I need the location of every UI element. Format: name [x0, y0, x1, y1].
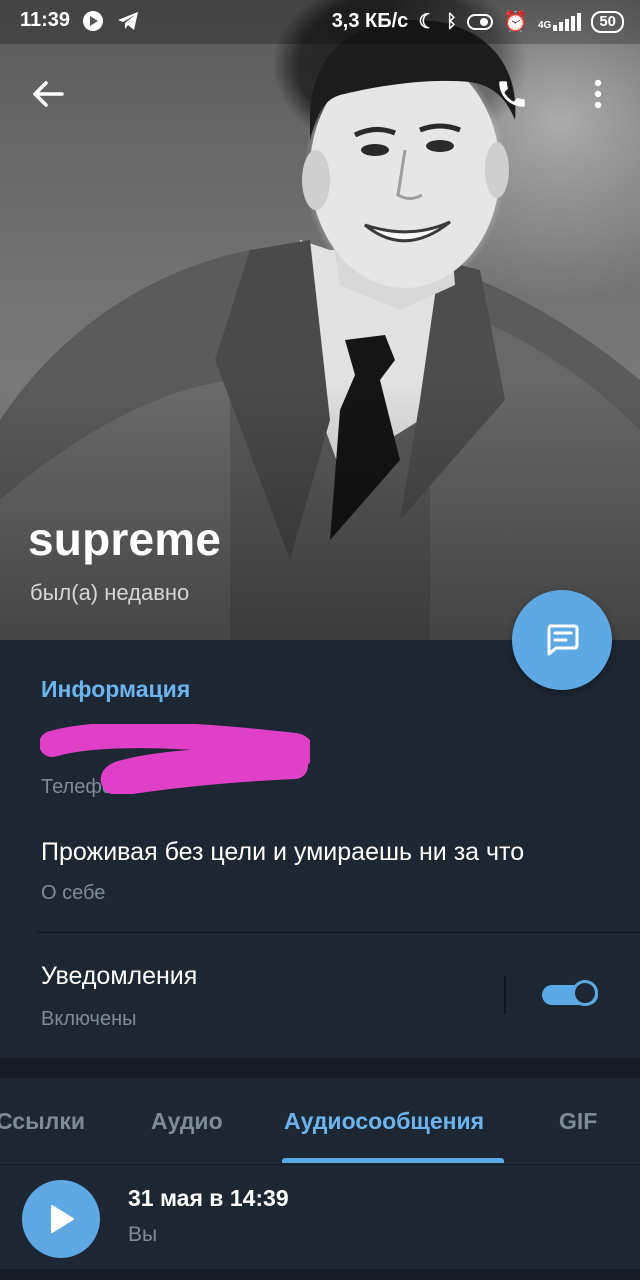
play-icon	[51, 1205, 74, 1233]
send-message-button[interactable]	[512, 590, 612, 690]
tab-voice-messages[interactable]: Аудиосообщения	[284, 1108, 484, 1135]
more-menu-button[interactable]	[570, 66, 626, 122]
info-section: Информация + Телефон Проживая без цели и…	[0, 640, 640, 1058]
bottom-strip	[0, 1269, 640, 1280]
notifications-separator	[504, 976, 506, 1014]
profile-name: supreme	[28, 513, 222, 565]
signal-label: 4G	[537, 19, 552, 31]
profile-status: был(а) недавно	[30, 580, 190, 605]
bio-value: Проживая без цели и умираешь ни за что	[41, 838, 525, 866]
notifications-toggle[interactable]	[542, 980, 600, 1008]
play-button[interactable]	[22, 1180, 100, 1258]
moon-icon: ☾	[418, 11, 437, 33]
phone-redaction	[40, 724, 310, 794]
voice-message-date: 31 мая в 14:39	[128, 1185, 289, 1211]
voice-message-author: Вы	[128, 1223, 158, 1246]
section-divider	[36, 932, 640, 933]
message-icon	[547, 624, 579, 656]
signal-icon: 4G	[537, 12, 582, 31]
status-bar: 11:39 3,3 КБ/с ☾ ᛒ ⏰ 4G 50	[0, 0, 640, 44]
bio-label: О себе	[41, 882, 106, 904]
alarm-icon: ⏰	[503, 11, 528, 33]
bluetooth-icon: ᛒ	[446, 11, 458, 31]
play-circle-icon	[83, 11, 103, 31]
media-tabs: Ссылки Аудио Аудиосообщения GIF	[0, 1078, 640, 1165]
status-time: 11:39	[20, 9, 71, 31]
tab-audio[interactable]: Аудио	[151, 1108, 223, 1135]
network-speed: 3,3 КБ/с	[331, 10, 409, 32]
more-vertical-icon	[594, 79, 602, 109]
tab-gif[interactable]: GIF	[559, 1108, 597, 1135]
telegram-icon	[118, 12, 138, 30]
toggle-knob	[572, 980, 598, 1006]
back-button[interactable]	[20, 66, 76, 122]
active-tab-indicator	[282, 1158, 504, 1163]
call-button[interactable]	[484, 66, 540, 122]
tab-links[interactable]: Ссылки	[0, 1108, 85, 1135]
info-section-title: Информация	[41, 676, 191, 702]
section-gap	[0, 1058, 640, 1078]
notifications-title: Уведомления	[41, 962, 198, 990]
status-left-icons	[82, 10, 140, 32]
notifications-state: Включены	[41, 1008, 137, 1030]
arrow-left-icon	[33, 81, 64, 107]
voice-message-item[interactable]: 31 мая в 14:39 Вы	[0, 1165, 640, 1269]
battery-indicator: 50	[591, 10, 624, 33]
toggle-icon	[467, 13, 494, 30]
phone-icon	[499, 81, 525, 107]
status-right: 3,3 КБ/с ☾ ᛒ ⏰ 4G 50	[332, 9, 624, 34]
